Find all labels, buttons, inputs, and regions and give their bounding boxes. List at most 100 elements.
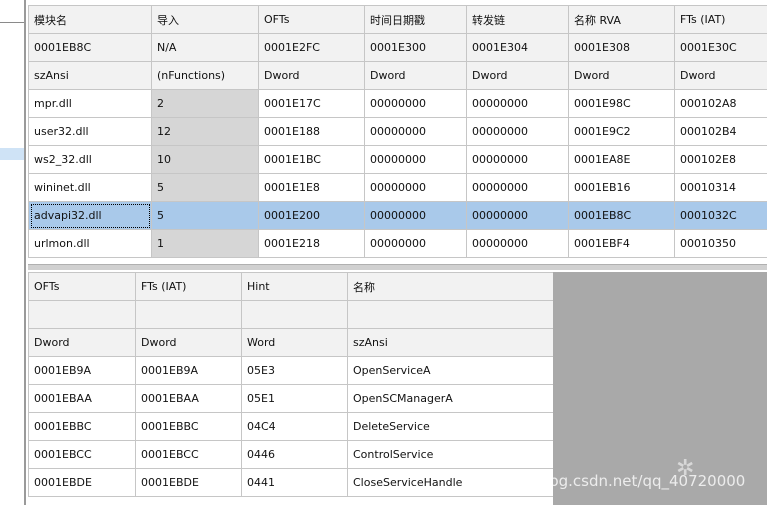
table-cell[interactable]: 0001E304 — [466, 33, 569, 62]
module-row[interactable]: user32.dll 12 0001E188 00000000 00000000 0001… — [28, 117, 767, 146]
table-cell[interactable]: 05E1 — [241, 384, 348, 413]
table-cell[interactable]: 0001E300 — [364, 33, 467, 62]
table-cell[interactable]: Dword — [364, 61, 467, 90]
table-cell[interactable]: 转发链 — [466, 5, 569, 34]
table-splitter[interactable] — [28, 264, 767, 270]
table-cell[interactable]: Dword — [568, 61, 675, 90]
table-cell[interactable]: 0001EBF4 — [568, 229, 675, 258]
table-cell[interactable]: 00010314 — [674, 173, 767, 202]
table-cell[interactable]: 0001E98C — [568, 89, 675, 118]
table-cell[interactable]: FTs (IAT) — [135, 272, 242, 301]
table-cell[interactable]: szAnsi — [28, 61, 152, 90]
table-cell[interactable]: 0001EBAA — [135, 384, 242, 413]
pane-splitter[interactable] — [24, 0, 26, 505]
table-cell[interactable]: 00000000 — [364, 117, 467, 146]
table-cell[interactable]: 0001EB9A — [28, 356, 136, 385]
table-cell[interactable]: 0001E200 — [258, 201, 365, 230]
table-cell[interactable]: 5 — [151, 173, 259, 202]
table-cell[interactable]: wininet.dll — [28, 173, 152, 202]
table-cell[interactable]: 0001EBDE — [135, 468, 242, 497]
table-cell[interactable]: 00000000 — [466, 145, 569, 174]
table-cell[interactable]: 0001EBBC — [28, 412, 136, 441]
column-header-row[interactable]: 模块名 导入 OFTs 时间日期戳 转发链 名称 RVA FTs (IAT) — [28, 5, 767, 34]
table-cell[interactable]: OpenServiceA — [347, 356, 554, 385]
tree-selection[interactable] — [0, 148, 26, 160]
table-cell[interactable]: 00000000 — [466, 201, 569, 230]
table-cell[interactable]: Dword — [466, 61, 569, 90]
table-cell[interactable]: OFTs — [258, 5, 365, 34]
table-cell[interactable]: 时间日期戳 — [364, 5, 467, 34]
function-row[interactable]: 0001EB9A 0001EB9A 05E3 OpenServiceA — [28, 356, 554, 385]
offset-row[interactable]: 0001EB8C N/A 0001E2FC 0001E300 0001E304 0001E… — [28, 33, 767, 62]
type-row[interactable]: Dword Dword Word szAnsi — [28, 328, 554, 357]
table-cell[interactable]: Hint — [241, 272, 348, 301]
table-cell[interactable]: 0001032C — [674, 201, 767, 230]
table-cell[interactable] — [28, 300, 136, 329]
table-cell[interactable]: 0001E308 — [568, 33, 675, 62]
table-cell[interactable]: 10 — [151, 145, 259, 174]
table-cell[interactable]: 5 — [151, 201, 259, 230]
table-cell[interactable]: user32.dll — [28, 117, 152, 146]
table-cell[interactable]: Word — [241, 328, 348, 357]
table-cell[interactable]: 00000000 — [466, 117, 569, 146]
table-cell[interactable]: 0001E17C — [258, 89, 365, 118]
module-row[interactable]: advapi32.dll 5 0001E200 00000000 00000000 000… — [28, 201, 767, 230]
module-row[interactable]: ws2_32.dll 10 0001E1BC 00000000 00000000 0001… — [28, 145, 767, 174]
table-cell[interactable]: 0001EBDE — [28, 468, 136, 497]
table-cell[interactable]: 0001EBBC — [135, 412, 242, 441]
table-cell[interactable]: 0001EB8C — [28, 33, 152, 62]
column-header-row[interactable]: OFTs FTs (IAT) Hint 名称 — [28, 272, 554, 301]
table-cell[interactable]: 模块名 — [28, 5, 152, 34]
table-cell[interactable]: 0001EA8E — [568, 145, 675, 174]
table-cell[interactable]: 0001E188 — [258, 117, 365, 146]
table-cell[interactable]: 2 — [151, 89, 259, 118]
table-cell[interactable]: advapi32.dll — [28, 201, 152, 230]
table-cell[interactable]: ControlService — [347, 440, 554, 469]
table-cell[interactable]: Dword — [674, 61, 767, 90]
table-cell[interactable]: 0001EBCC — [135, 440, 242, 469]
table-cell[interactable]: DeleteService — [347, 412, 554, 441]
function-row[interactable]: 0001EBCC 0001EBCC 0446 ControlService — [28, 440, 554, 469]
function-row[interactable]: 0001EBBC 0001EBBC 04C4 DeleteService — [28, 412, 554, 441]
table-cell[interactable]: urlmon.dll — [28, 229, 152, 258]
table-cell[interactable]: 0001E30C — [674, 33, 767, 62]
table-cell[interactable]: 0446 — [241, 440, 348, 469]
table-cell[interactable]: ws2_32.dll — [28, 145, 152, 174]
table-cell[interactable]: 0001E1BC — [258, 145, 365, 174]
table-cell[interactable]: 1 — [151, 229, 259, 258]
table-cell[interactable]: 0001EB8C — [568, 201, 675, 230]
table-cell[interactable]: 000102A8 — [674, 89, 767, 118]
table-cell[interactable]: Dword — [28, 328, 136, 357]
table-cell[interactable]: 0001E218 — [258, 229, 365, 258]
function-row[interactable]: 0001EBDE 0001EBDE 0441 CloseServiceHandle — [28, 468, 554, 497]
module-row[interactable]: urlmon.dll 1 0001E218 00000000 00000000 0001E… — [28, 229, 767, 258]
table-cell[interactable]: 0001EB9A — [135, 356, 242, 385]
table-cell[interactable]: Dword — [258, 61, 365, 90]
table-cell[interactable]: szAnsi — [347, 328, 554, 357]
table-cell[interactable]: 00000000 — [364, 145, 467, 174]
table-cell[interactable]: 0001EBCC — [28, 440, 136, 469]
table-cell[interactable]: 000102B4 — [674, 117, 767, 146]
table-cell[interactable]: 00000000 — [466, 89, 569, 118]
table-cell[interactable]: 名称 — [347, 272, 554, 301]
table-cell[interactable]: 04C4 — [241, 412, 348, 441]
table-cell[interactable]: 导入 — [151, 5, 259, 34]
table-cell[interactable]: N/A — [151, 33, 259, 62]
table-cell[interactable]: FTs (IAT) — [674, 5, 767, 34]
table-cell[interactable]: 00000000 — [364, 89, 467, 118]
table-cell[interactable]: 0001E2FC — [258, 33, 365, 62]
module-row[interactable]: mpr.dll 2 0001E17C 00000000 00000000 0001E98C… — [28, 89, 767, 118]
module-row[interactable]: wininet.dll 5 0001E1E8 00000000 00000000 0001… — [28, 173, 767, 202]
function-row[interactable]: 0001EBAA 0001EBAA 05E1 OpenSCManagerA — [28, 384, 554, 413]
table-cell[interactable]: 00000000 — [466, 173, 569, 202]
table-cell[interactable]: 05E3 — [241, 356, 348, 385]
table-cell[interactable]: 00000000 — [364, 173, 467, 202]
table-cell[interactable]: 0001E9C2 — [568, 117, 675, 146]
table-cell[interactable]: 12 — [151, 117, 259, 146]
table-cell[interactable]: 00000000 — [364, 201, 467, 230]
table-cell[interactable] — [135, 300, 242, 329]
blank-row[interactable] — [28, 300, 554, 329]
table-cell[interactable]: (nFunctions) — [151, 61, 259, 90]
table-cell[interactable]: OFTs — [28, 272, 136, 301]
type-row[interactable]: szAnsi (nFunctions) Dword Dword Dword Dword Dw… — [28, 61, 767, 90]
